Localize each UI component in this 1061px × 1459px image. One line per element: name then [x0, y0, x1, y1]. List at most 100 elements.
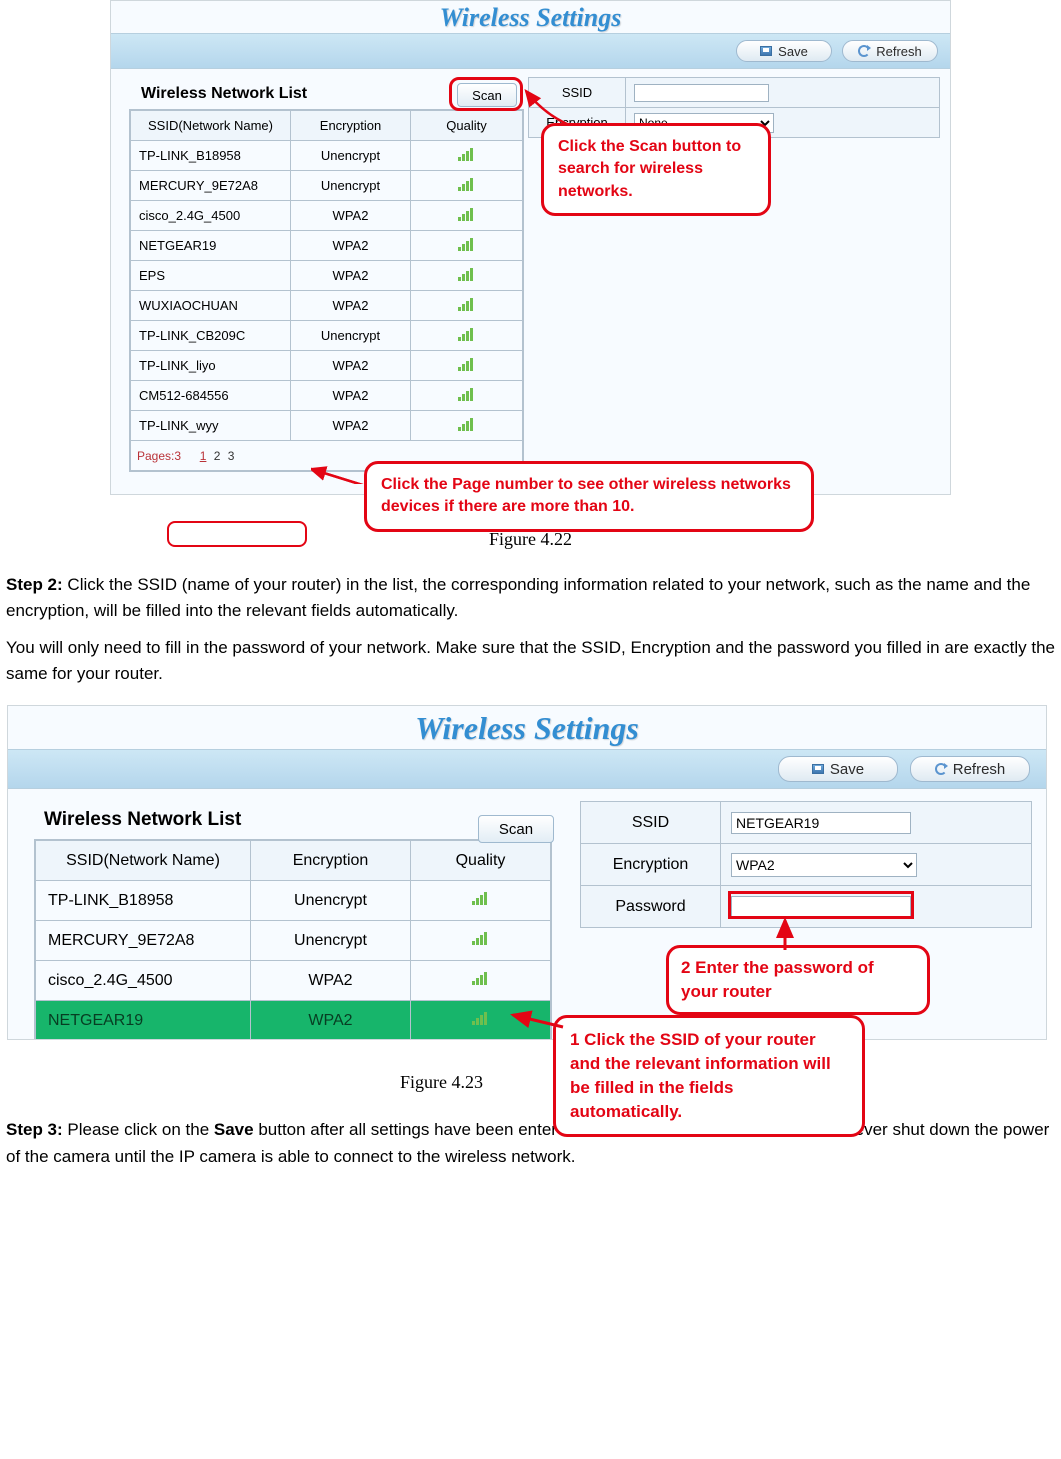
cell-ssid: MERCURY_9E72A8: [131, 171, 291, 201]
cell-quality: [411, 321, 523, 351]
table-row[interactable]: TP-LINK_liyoWPA2: [131, 351, 523, 381]
cell-ssid: MERCURY_9E72A8: [36, 921, 251, 961]
network-table: SSID(Network Name) Encryption Quality TP…: [35, 840, 551, 1040]
cell-enc: WPA2: [291, 231, 411, 261]
cell-enc: WPA2: [291, 411, 411, 441]
cell-ssid: NETGEAR19: [131, 231, 291, 261]
col-quality: Quality: [411, 841, 551, 881]
table-row[interactable]: NETGEAR19WPA2: [36, 1001, 551, 1041]
wireless-settings-panel-1: Wireless Settings Save Refresh Wireless …: [110, 0, 951, 495]
table-row[interactable]: TP-LINK_wyyWPA2: [131, 411, 523, 441]
cell-ssid: cisco_2.4G_4500: [36, 961, 251, 1001]
step2-lead: Step 2:: [6, 575, 63, 594]
cell-enc: Unencrypt: [251, 921, 411, 961]
refresh-button[interactable]: Refresh: [842, 40, 938, 62]
col-enc: Encryption: [291, 111, 411, 141]
field-enc-label: Encryption: [581, 844, 721, 886]
table-row[interactable]: MERCURY_9E72A8Unencrypt: [36, 921, 551, 961]
cell-quality: [411, 141, 523, 171]
arrow-to-row-icon: [508, 1005, 568, 1035]
cell-enc: WPA2: [251, 961, 411, 1001]
cell-quality: [411, 351, 523, 381]
cell-quality: [411, 921, 551, 961]
col-ssid: SSID(Network Name): [131, 111, 291, 141]
cell-enc: WPA2: [291, 291, 411, 321]
cell-enc: WPA2: [291, 381, 411, 411]
table-row[interactable]: MERCURY_9E72A8Unencrypt: [131, 171, 523, 201]
save-button[interactable]: Save: [736, 40, 832, 62]
refresh-icon: [935, 763, 947, 775]
cell-quality: [411, 961, 551, 1001]
cell-quality: [411, 171, 523, 201]
cell-ssid: TP-LINK_wyy: [131, 411, 291, 441]
refresh-icon: [858, 45, 870, 57]
page-title: Wireless Settings: [8, 706, 1046, 749]
page-link-3[interactable]: 3: [228, 449, 235, 463]
cell-enc: Unencrypt: [291, 141, 411, 171]
arrow-to-password-icon: [770, 915, 800, 955]
cell-quality: [411, 881, 551, 921]
password-input[interactable]: [731, 896, 911, 918]
save-label: Save: [830, 761, 864, 778]
scan-button[interactable]: Scan: [457, 83, 517, 107]
save-button[interactable]: Save: [778, 756, 898, 782]
col-quality: Quality: [411, 111, 523, 141]
table-row[interactable]: cisco_2.4G_4500WPA2: [131, 201, 523, 231]
pager-highlight-box: [167, 521, 307, 547]
cell-quality: [411, 231, 523, 261]
cell-enc: Unencrypt: [291, 171, 411, 201]
cell-enc: Unencrypt: [291, 321, 411, 351]
table-row[interactable]: TP-LINK_B18958Unencrypt: [131, 141, 523, 171]
cell-ssid: TP-LINK_B18958: [131, 141, 291, 171]
table-row[interactable]: EPSWPA2: [131, 261, 523, 291]
callout-pager: Click the Page number to see other wirel…: [364, 461, 814, 532]
table-row[interactable]: TP-LINK_B18958Unencrypt: [36, 881, 551, 921]
network-table: SSID(Network Name) Encryption Quality TP…: [130, 110, 523, 471]
step3-lead: Step 3:: [6, 1120, 63, 1139]
save-icon: [760, 46, 772, 56]
cell-quality: [411, 201, 523, 231]
table-row[interactable]: NETGEAR19WPA2: [131, 231, 523, 261]
cell-ssid: CM512-684556: [131, 381, 291, 411]
cell-enc: WPA2: [291, 261, 411, 291]
table-row[interactable]: WUXIAOCHUANWPA2: [131, 291, 523, 321]
field-pw-label: Password: [581, 886, 721, 928]
save-label: Save: [778, 44, 808, 59]
page-link-2[interactable]: 2: [214, 449, 221, 463]
table-row[interactable]: CM512-684556WPA2: [131, 381, 523, 411]
toolbar: Save Refresh: [8, 749, 1046, 789]
cell-ssid: NETGEAR19: [36, 1001, 251, 1041]
toolbar: Save Refresh: [111, 33, 950, 69]
ssid-input[interactable]: [634, 84, 769, 102]
cell-enc: WPA2: [251, 1001, 411, 1041]
callout-scan: Click the Scan button to search for wire…: [541, 123, 771, 216]
page-link-1[interactable]: 1: [200, 449, 207, 463]
callout-ssid: 1 Click the SSID of your router and the …: [553, 1015, 865, 1136]
cell-quality: [411, 261, 523, 291]
table-row[interactable]: TP-LINK_CB209CUnencrypt: [131, 321, 523, 351]
refresh-button[interactable]: Refresh: [910, 756, 1030, 782]
cell-ssid: TP-LINK_liyo: [131, 351, 291, 381]
ssid-input[interactable]: [731, 812, 911, 834]
cell-quality: [411, 381, 523, 411]
cell-ssid: cisco_2.4G_4500: [131, 201, 291, 231]
encryption-select[interactable]: WPA2: [731, 853, 917, 877]
step2-para2: You will only need to fill in the passwo…: [0, 635, 1061, 698]
pager-label: Pages:3: [137, 449, 181, 463]
field-ssid-label: SSID: [581, 802, 721, 844]
col-enc: Encryption: [251, 841, 411, 881]
cell-enc: WPA2: [291, 351, 411, 381]
cell-quality: [411, 291, 523, 321]
scan-button[interactable]: Scan: [478, 815, 554, 843]
col-ssid: SSID(Network Name): [36, 841, 251, 881]
step2-para1: Step 2: Click the SSID (name of your rou…: [0, 572, 1061, 635]
callout-password: 2 Enter the password of your router: [666, 945, 930, 1015]
cell-enc: Unencrypt: [251, 881, 411, 921]
figure-caption-422: Figure 4.22: [0, 529, 1061, 550]
step3-para: Step 3: Please click on the Save button …: [0, 1117, 1061, 1180]
cell-ssid: TP-LINK_B18958: [36, 881, 251, 921]
refresh-label: Refresh: [953, 761, 1006, 778]
settings-form: SSID Encryption WPA2 Password: [580, 801, 1032, 928]
table-row[interactable]: cisco_2.4G_4500WPA2: [36, 961, 551, 1001]
cell-quality: [411, 411, 523, 441]
